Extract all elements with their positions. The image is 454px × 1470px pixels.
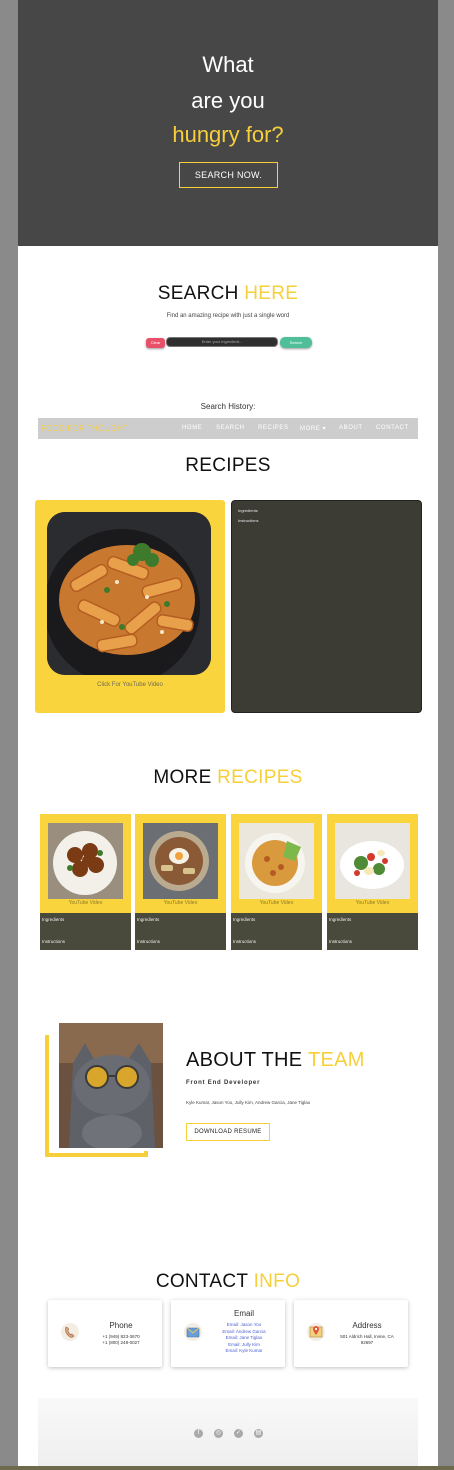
youtube-link[interactable]: YouTube Video xyxy=(231,900,322,906)
youtube-link[interactable]: YouTube Video xyxy=(40,900,131,906)
more-title-a: MORE xyxy=(153,767,218,788)
nav-item-contact[interactable]: CONTACT xyxy=(376,425,409,431)
instructions-label: Instructions xyxy=(329,939,353,944)
facebook-icon[interactable]: f xyxy=(194,1429,203,1438)
about-role: Front End Developer xyxy=(186,1080,261,1086)
ingredients-label: Ingredients xyxy=(238,508,258,513)
map-pin-icon xyxy=(306,1322,326,1342)
nav-brand[interactable]: FOOD FOR THOUGHT xyxy=(41,424,128,433)
instructions-label: Instructions xyxy=(42,939,66,944)
phone-line[interactable]: +1 (800) 248-0027 xyxy=(92,1340,150,1347)
search-input[interactable]: Enter your ingredient... xyxy=(166,337,278,347)
ingredients-label: Ingredients xyxy=(137,917,160,922)
instructions-label: Instructions xyxy=(238,518,259,523)
search-button[interactable]: Search xyxy=(280,337,312,348)
nav-item-about[interactable]: ABOUT xyxy=(339,425,363,431)
search-now-button[interactable]: SEARCH NOW. xyxy=(179,162,278,188)
youtube-link[interactable]: Click For YouTube Video xyxy=(35,682,225,688)
card-details: Ingredients Instructions xyxy=(40,913,131,950)
hero-line-3: hungry for? xyxy=(172,122,284,147)
team-photo xyxy=(59,1023,163,1148)
youtube-link[interactable]: YouTube Video xyxy=(135,900,226,906)
search-title: SEARCH HERE xyxy=(18,283,438,305)
recipe-thumbnail[interactable] xyxy=(239,823,314,899)
download-resume-button[interactable]: DOWNLOAD RESUME xyxy=(186,1123,270,1141)
recipe-card[interactable]: Click For YouTube Video xyxy=(35,500,225,713)
footer: f ◎ ✓ ▤ xyxy=(38,1398,418,1470)
instagram-icon[interactable]: ◎ xyxy=(214,1429,223,1438)
page: What are you hungry for? SEARCH NOW. SEA… xyxy=(18,0,438,1470)
ingredients-label: Ingredients xyxy=(42,917,65,922)
contact-title-a: CONTACT xyxy=(155,1271,254,1292)
email-title: Email xyxy=(233,1309,254,1318)
hero-line-1: What xyxy=(202,52,254,77)
search-history-label: Search History: xyxy=(200,402,256,411)
phone-title: Phone xyxy=(109,1321,133,1330)
about-title-a: ABOUT THE xyxy=(186,1049,308,1071)
linkedin-icon[interactable]: ▤ xyxy=(254,1429,263,1438)
address-line: 92697 xyxy=(360,1340,374,1345)
more-recipe-card[interactable]: YouTube Video Ingredients Instructions xyxy=(135,814,226,950)
search-subtitle: Find an amazing recipe with just a singl… xyxy=(166,313,290,319)
bottom-strip xyxy=(0,1466,454,1470)
team-names: Kyle Kumar, Jason Yoo, Jully Kim, Andrew… xyxy=(186,1100,311,1105)
ingredients-label: Ingredients xyxy=(233,917,256,922)
contact-title-b: INFO xyxy=(253,1271,301,1292)
nav-item-more[interactable]: MORE ▾ xyxy=(300,425,326,432)
recipe-image[interactable] xyxy=(47,512,211,675)
ingredients-label: Ingredients xyxy=(329,917,352,922)
recipe-thumbnail[interactable] xyxy=(48,823,123,899)
instructions-label: Instructions xyxy=(233,939,257,944)
search-title-a: SEARCH xyxy=(157,283,245,304)
address-title: Address xyxy=(352,1321,382,1330)
more-title-b: RECIPES xyxy=(217,767,303,788)
clear-button[interactable]: Clear xyxy=(146,338,165,348)
about-title: ABOUT THE TEAM xyxy=(186,1049,365,1072)
hero-line-2: are you xyxy=(191,88,265,113)
youtube-link[interactable]: YouTube Video xyxy=(327,900,418,906)
nav-item-home[interactable]: HOME xyxy=(182,425,202,431)
contact-card-address: Address 501 Aldrich Hall, Irvine, CA 926… xyxy=(294,1300,408,1367)
email-link[interactable]: Email: Kyle Kumar xyxy=(211,1348,277,1355)
more-recipe-card[interactable]: YouTube Video Ingredients Instructions xyxy=(40,814,131,950)
recipe-details-panel: Ingredients Instructions xyxy=(231,500,422,713)
hero-section: What are you hungry for? SEARCH NOW. xyxy=(18,0,438,246)
card-details: Ingredients Instructions xyxy=(135,913,226,950)
phone-icon xyxy=(60,1322,80,1342)
nav-item-search[interactable]: SEARCH xyxy=(216,425,245,431)
recipe-thumbnail[interactable] xyxy=(335,823,410,899)
email-icon xyxy=(183,1322,203,1342)
card-details: Ingredients Instructions xyxy=(231,913,322,950)
about-frame-corner xyxy=(144,1151,148,1157)
contact-card-phone: Phone +1 (949) 823-3670 +1 (800) 248-002… xyxy=(48,1300,162,1367)
contact-card-email: Email Email: Jason Yoo Email: Andrew Gar… xyxy=(171,1300,285,1367)
more-recipes-title: MORE RECIPES xyxy=(18,767,438,789)
twitter-icon[interactable]: ✓ xyxy=(234,1429,243,1438)
more-recipe-card[interactable]: YouTube Video Ingredients Instructions xyxy=(327,814,418,950)
search-title-b: HERE xyxy=(244,283,299,304)
card-details: Ingredients Instructions xyxy=(327,913,418,950)
nav-item-recipes[interactable]: RECIPES xyxy=(258,425,289,431)
recipes-title: RECIPES xyxy=(185,455,271,476)
contact-title: CONTACT INFO xyxy=(18,1271,438,1293)
instructions-label: Instructions xyxy=(137,939,161,944)
recipe-thumbnail[interactable] xyxy=(143,823,218,899)
more-recipe-card[interactable]: YouTube Video Ingredients Instructions xyxy=(231,814,322,950)
about-title-b: TEAM xyxy=(307,1049,365,1071)
navbar: FOOD FOR THOUGHT HOME SEARCH RECIPES MOR… xyxy=(38,418,418,439)
